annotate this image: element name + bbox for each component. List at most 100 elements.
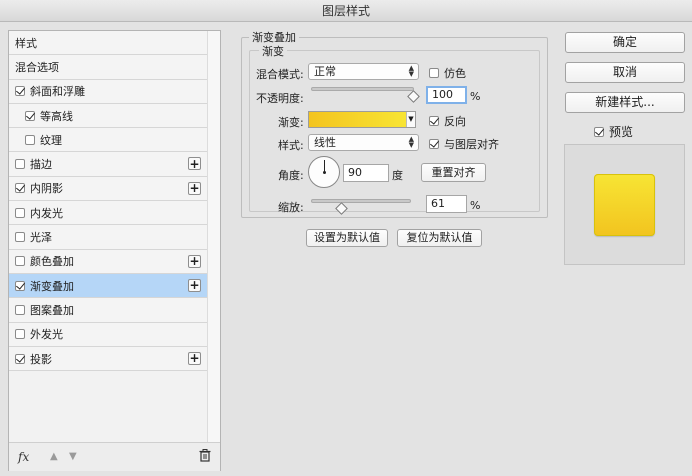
effects-footer: fx ▲ ▼ [9,442,220,471]
updown-icon: ▲ ▼ [408,64,414,78]
updown-icon: ▲ ▼ [408,135,414,149]
effect-label: 混合选项 [15,60,59,74]
scale-input[interactable]: 61 [426,195,467,213]
preview-checkbox[interactable] [594,126,604,137]
new-style-button[interactable]: 新建样式... [565,92,685,113]
add-effect-icon[interactable]: + [188,181,201,195]
move-down-icon[interactable]: ▼ [69,451,77,462]
effect-label: 等高线 [40,109,73,123]
effect-label: 图案叠加 [30,303,74,317]
effect-label: 投影 [30,352,52,366]
chevron-down-icon[interactable]: ▼ [406,112,415,127]
effect-item[interactable]: 外发光 [9,322,207,347]
align-with-layer-checkbox[interactable] [429,139,439,149]
scale-label: 缩放: [278,201,304,214]
effects-list: 样式混合选项斜面和浮雕等高线纹理描边 + 内阴影 + 内发光光泽颜色叠加 + 渐变叠加 + 图案… [9,31,207,372]
effect-label: 内发光 [30,206,63,220]
add-effect-icon[interactable]: + [188,254,201,268]
effect-label: 外发光 [30,328,63,342]
preview-thumbnail [594,174,655,236]
preview-option[interactable]: 预览 [594,123,633,140]
effect-checkbox[interactable] [15,232,25,243]
effect-item[interactable]: 纹理 [9,128,207,153]
style-select[interactable]: 线性 ▲ ▼ [308,134,419,151]
effect-item[interactable]: 渐变叠加 + [9,273,207,299]
cancel-button[interactable]: 取消 [565,62,685,83]
preview-label: 预览 [609,125,634,139]
angle-unit: 度 [392,169,403,182]
effect-checkbox[interactable] [15,304,25,315]
make-default-button[interactable]: 设置为默认值 [306,229,388,247]
blend-mode-select[interactable]: 正常 ▲ ▼ [308,63,419,80]
dither-label: 仿色 [444,67,466,80]
reverse-checkbox[interactable] [429,116,439,126]
style-value: 线性 [314,136,336,149]
align-with-layer-label: 与图层对齐 [444,138,499,151]
effect-item[interactable]: 样式 [9,31,207,56]
effect-label: 颜色叠加 [30,255,74,269]
effect-item[interactable]: 颜色叠加 + [9,249,207,274]
angle-label: 角度: [278,169,304,182]
ok-button[interactable]: 确定 [565,32,685,53]
gradient-picker[interactable]: ▼ [308,111,416,128]
effect-checkbox[interactable] [15,280,25,291]
effect-item[interactable]: 描边 + [9,152,207,177]
reverse-label: 反向 [444,115,466,128]
effect-label: 光泽 [30,231,52,245]
effects-scrollbar[interactable] [207,31,220,442]
effect-label: 纹理 [40,133,62,147]
reset-default-button[interactable]: 复位为默认值 [397,229,482,247]
effect-checkbox[interactable] [15,183,25,194]
effect-checkbox[interactable] [15,256,25,267]
effect-label: 渐变叠加 [30,279,74,293]
style-preview [564,144,685,265]
opacity-unit: % [470,90,481,103]
align-with-layer-option[interactable]: 与图层对齐 [429,136,499,152]
effects-panel: 样式混合选项斜面和浮雕等高线纹理描边 + 内阴影 + 内发光光泽颜色叠加 + 渐变叠加 + 图案… [8,30,221,471]
dither-checkbox[interactable] [429,68,439,78]
add-effect-icon[interactable]: + [188,278,201,292]
trash-icon[interactable] [199,449,211,465]
scale-unit: % [470,199,481,212]
gradient-preview[interactable] [309,112,407,127]
effect-checkbox[interactable] [25,110,35,121]
effect-item[interactable]: 混合选项 [9,55,207,80]
opacity-label: 不透明度: [256,92,304,105]
fx-button[interactable]: fx [18,450,29,464]
blend-mode-value: 正常 [314,65,336,78]
angle-input[interactable]: 90 [343,164,389,182]
effect-checkbox[interactable] [25,134,35,145]
effect-label: 描边 [30,158,52,172]
effect-label: 样式 [15,36,37,50]
opacity-input[interactable]: 100 [426,86,467,104]
reverse-option[interactable]: 反向 [429,113,466,129]
effect-item[interactable]: 内发光 [9,201,207,226]
effect-label: 斜面和浮雕 [30,85,85,99]
effect-checkbox[interactable] [15,329,25,340]
angle-dial[interactable] [308,156,340,188]
reset-align-button[interactable]: 重置对齐 [421,163,486,182]
effect-checkbox[interactable] [15,353,25,364]
effect-label: 内阴影 [30,182,63,196]
move-up-icon[interactable]: ▲ [50,451,58,462]
gradient-label: 渐变: [278,116,304,129]
angle-center [323,171,326,174]
effect-checkbox[interactable] [15,207,25,218]
effect-item[interactable]: 等高线 [9,103,207,129]
effect-item[interactable]: 图案叠加 [9,298,207,323]
effect-item[interactable]: 投影 + [9,346,207,372]
scale-slider-track[interactable] [311,199,411,203]
effect-checkbox[interactable] [15,86,25,97]
effect-checkbox[interactable] [15,159,25,170]
blend-mode-label: 混合模式: [256,68,304,81]
add-effect-icon[interactable]: + [188,157,201,171]
add-effect-icon[interactable]: + [188,351,201,365]
effect-item[interactable]: 内阴影 + [9,176,207,202]
effect-item[interactable]: 斜面和浮雕 [9,79,207,104]
effect-item[interactable]: 光泽 [9,225,207,250]
window-title: 图层样式 [0,0,692,22]
style-label: 样式: [278,139,304,152]
opacity-slider-track[interactable] [311,87,414,91]
dither-option[interactable]: 仿色 [429,65,466,81]
subsection-title: 渐变 [259,43,287,59]
